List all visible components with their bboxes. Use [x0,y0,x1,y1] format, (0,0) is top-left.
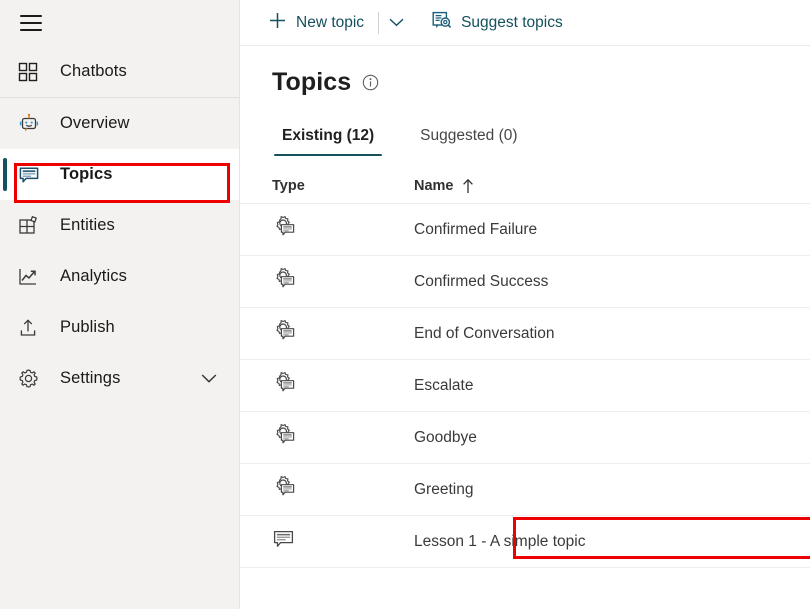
new-topic-button[interactable]: New topic [262,4,370,42]
entities-icon [18,215,46,236]
gear-icon [18,368,46,389]
sidebar-item-label: Topics [60,165,113,183]
system-topic-icon [272,267,296,296]
cell-type [272,267,414,296]
table-row[interactable]: Lesson 1 - A simple topic [240,516,810,568]
line-chart-icon [18,267,46,287]
cell-topic-name: Escalate [414,376,474,394]
sidebar-item-chatbots[interactable]: Chatbots [0,46,239,97]
column-header-name[interactable]: Name [414,178,810,194]
grid-apps-icon [18,62,46,82]
chevron-down-icon [389,14,404,32]
table-row[interactable]: Confirmed Failure [240,204,810,256]
upload-icon [18,318,46,338]
speech-bubble-icon [18,164,46,186]
table-header-row: Type Name [240,168,810,204]
new-topic-label: New topic [296,13,365,31]
cell-topic-name: Goodbye [414,428,477,446]
plus-icon [268,11,287,35]
sidebar-item-topics[interactable]: Topics [0,149,239,200]
bot-icon [18,113,46,135]
cell-type [272,423,414,452]
tab-suggested[interactable]: Suggested (0) [410,127,527,156]
sidebar-item-settings[interactable]: Settings [0,353,239,404]
table-row[interactable]: Confirmed Success [240,256,810,308]
hamburger-icon[interactable] [20,15,42,31]
cell-type [272,319,414,348]
command-separator [378,11,380,34]
tab-spacer [384,127,410,156]
page-header: Topics [240,46,810,97]
system-topic-icon [272,423,296,452]
arrow-up-icon [462,178,474,194]
column-header-type[interactable]: Type [272,178,414,194]
page-title: Topics [272,68,352,96]
tab-list: Existing (12) Suggested (0) [240,127,810,156]
app-root: Chatbots Overview Topics Entities Analyt… [0,0,810,609]
column-header-label: Name [414,177,454,194]
cell-type [272,215,414,244]
cell-topic-name: Greeting [414,480,474,498]
cell-type [272,527,414,556]
table-row-greeting[interactable]: Greeting [240,464,810,516]
table-row[interactable]: End of Conversation [240,308,810,360]
table-row[interactable]: Escalate [240,360,810,412]
table-row[interactable]: Goodbye [240,412,810,464]
cell-type [272,475,414,504]
chevron-down-icon[interactable] [201,369,217,388]
column-header-label: Type [272,177,305,194]
sidebar-item-label: Overview [60,114,130,132]
sidebar-item-entities[interactable]: Entities [0,200,239,251]
custom-topic-icon [272,527,296,556]
sidebar-item-label: Settings [60,369,121,387]
new-topic-dropdown-button[interactable] [381,4,411,42]
sidebar-header [0,0,239,46]
sidebar: Chatbots Overview Topics Entities Analyt… [0,0,240,609]
system-topic-icon [272,475,296,504]
sidebar-item-label: Entities [60,216,115,234]
cell-type [272,371,414,400]
system-topic-icon [272,215,296,244]
sidebar-item-label: Chatbots [60,62,127,80]
command-bar: New topic Suggest topics [240,0,810,46]
sidebar-item-label: Analytics [60,267,127,285]
cell-topic-name: Confirmed Failure [414,220,538,238]
tab-existing[interactable]: Existing (12) [272,127,384,156]
sidebar-item-publish[interactable]: Publish [0,302,239,353]
sidebar-item-overview[interactable]: Overview [0,98,239,149]
main-content: New topic Suggest topics Topics Existing… [240,0,810,609]
system-topic-icon [272,319,296,348]
tab-label: Suggested (0) [420,127,518,144]
document-search-icon [431,10,452,36]
cell-topic-name: End of Conversation [414,324,555,342]
sidebar-item-label: Publish [60,318,115,336]
suggest-topics-button[interactable]: Suggest topics [425,4,569,42]
topics-table: Type Name Confirmed Failure Confirmed Su… [240,168,810,568]
sidebar-item-analytics[interactable]: Analytics [0,251,239,302]
tab-label: Existing (12) [282,127,375,144]
cell-topic-name: Lesson 1 - A simple topic [414,532,586,550]
suggest-topics-label: Suggest topics [461,13,563,31]
info-icon[interactable] [362,74,379,96]
system-topic-icon [272,371,296,400]
selection-accent-bar [3,158,7,191]
cell-topic-name: Confirmed Success [414,272,549,290]
